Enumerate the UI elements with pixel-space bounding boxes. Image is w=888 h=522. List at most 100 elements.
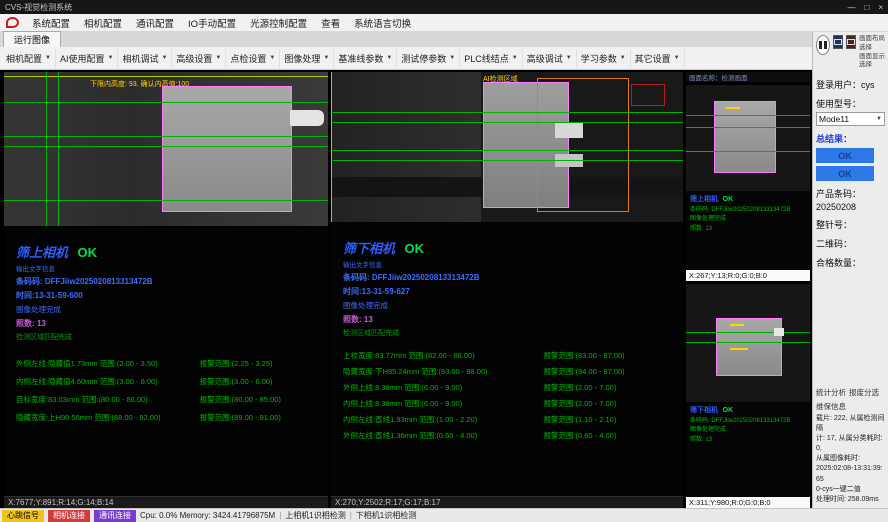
toolbar-button-baseline-params[interactable]: 基准线参数▼ <box>334 49 397 68</box>
overlay-line <box>686 342 810 343</box>
maximize-button[interactable]: □ <box>864 3 869 12</box>
overlay-marker <box>726 107 740 109</box>
toolbar-button-ai-config[interactable]: AI使用配置▼ <box>56 49 118 68</box>
measurement-alarm-range: 报警范围:(2.00 - 7.00) <box>543 382 677 393</box>
toolbar-button-image-process[interactable]: 图像处理▼ <box>280 49 334 68</box>
measurement-alarm-range: 报警范围:(0.60 - 4.00) <box>543 430 677 441</box>
pixel-coordinate-text: X:7677;Y:891;R:14;G:14;B:14 <box>8 498 113 507</box>
status-bar: 心跳信号 相机连接 通讯连接 Cpu: 0.0% Memory: 3424.41… <box>0 508 888 522</box>
title-bar: CVS-视觉检测系统 — □ × <box>0 0 888 14</box>
toolbar-button-test-params[interactable]: 测试停参数▼ <box>397 49 460 68</box>
measurement-value: 隐藏宽度:下H95.24mm 范围:(93.00 - 98.00) <box>343 366 543 377</box>
app-logo-icon <box>5 16 20 29</box>
product-barcode-value: 20250208 <box>816 202 885 212</box>
menu-item-view[interactable]: 查看 <box>314 15 347 31</box>
menu-item-comm-config[interactable]: 通讯配置 <box>129 15 181 31</box>
measurement-row: 内侧上线:8.38mm 范围:(6.00 - 9.00)报警范围:(2.00 -… <box>343 398 677 409</box>
thumbnail-view-top[interactable]: 筛上相机 OK 条码码: DFFJiiw2025020813313472B 图像… <box>686 85 810 281</box>
detected-part-region <box>714 101 776 173</box>
camera-title: 筛上相机 <box>16 242 68 261</box>
menu-item-system-config[interactable]: 系统配置 <box>25 15 77 31</box>
minimize-button[interactable]: — <box>847 3 855 12</box>
measurement-value: 外侧左线:直线1.36mm 范围:(0.60 - 4.00) <box>343 430 543 441</box>
thumbnail-text-line: 条码码: DFFJiiw2025020813313472B <box>690 417 806 427</box>
left-column: 运行图像 相机配置▼ AI使用配置▼ 相机调试▼ 高级设置▼ 点检设置▼ 图像处… <box>0 32 812 508</box>
pause-button[interactable] <box>816 35 830 55</box>
thumbnail-info: 筛上相机 OK 条码码: DFFJiiw2025020813313472B 图像… <box>686 191 810 237</box>
right-info-panel: 画面布局选择 画面显示选择 登录用户：cys 使用型号： Mode11 ▼ 总结… <box>812 32 888 508</box>
chevron-down-icon: ▼ <box>566 55 572 61</box>
tab-run-image[interactable]: 运行图像 <box>3 31 61 47</box>
overlay-line <box>331 112 683 113</box>
toolbar-button-learn-params[interactable]: 学习参数▼ <box>577 49 631 68</box>
qr-code-label: 二维码： <box>816 237 885 250</box>
upper-camera-status-text: 上相机1识相检测 <box>285 510 345 521</box>
camera-image-bottom[interactable]: AI检测区域 <box>331 72 683 222</box>
overlay-marker <box>730 324 744 326</box>
statistics-line: 载片: 222, 从属检测间隔 <box>816 414 885 434</box>
thumbnail-column: 画面名称：检测画面 筛上相机 O <box>686 72 810 508</box>
measurement-row: 外侧左线:隐藏值1.73mm 范围:(2.00 - 3.50)报警范围:(2.2… <box>16 358 322 369</box>
pause-icon <box>819 41 827 49</box>
measurement-alarm-range: 报警范围:(89.00 - 91.00) <box>200 412 322 423</box>
result-badge: OK <box>723 194 734 205</box>
toolbar-button-camera-debug[interactable]: 相机调试▼ <box>118 49 172 68</box>
panel-control-row: 画面布局选择 画面显示选择 <box>816 35 885 70</box>
result-badge: OK <box>77 245 97 260</box>
toolbar-button-spot-check[interactable]: 点检设置▼ <box>226 49 280 68</box>
thumbnail-image <box>686 284 810 402</box>
measurement-list: 上校宽度:83.77mm 范围:(82.00 - 88.00)报警范围:(83.… <box>343 350 677 441</box>
overlay-line <box>331 72 332 222</box>
overlay-line <box>4 146 328 147</box>
barcode-text: 条码码: DFFJiiw2025020813313472B <box>16 276 322 287</box>
measurement-alarm-range: 报警范围:(80.00 - 85.00) <box>200 394 322 405</box>
window-title: CVS-视觉检测系统 <box>5 2 72 13</box>
menu-item-camera-config[interactable]: 相机配置 <box>77 15 129 31</box>
tab-strip: 运行图像 <box>0 32 812 47</box>
screen-layout-icon <box>834 39 842 45</box>
overlay-line <box>46 72 47 226</box>
chevron-down-icon: ▼ <box>449 55 455 61</box>
total-result-box-top: OK <box>816 148 874 163</box>
measurement-value: 外侧左线:隐藏值1.73mm 范围:(2.00 - 3.50) <box>16 358 200 369</box>
chevron-down-icon: ▼ <box>620 55 626 61</box>
camera-image-top[interactable]: 下限内高度: 93. 确认内高值:100 <box>4 72 328 226</box>
thumbnail-text-line: 图像处理完成 <box>690 426 806 436</box>
overlay-line <box>686 127 810 128</box>
menu-item-light-control[interactable]: 光源控制配置 <box>243 15 314 31</box>
camera-panel-top: 下限内高度: 93. 确认内高值:100 筛上相机 OK <box>4 72 328 508</box>
tab-reject-sort[interactable]: 报废分选 <box>849 387 879 398</box>
thumbnail-view-bottom[interactable]: 筛下相机 OK 条码码: DFFJiiw2025020813313472B 图像… <box>686 284 810 508</box>
measurement-value: 内侧上线:8.38mm 范围:(6.00 - 9.00) <box>343 398 543 409</box>
toolbar-button-advanced-settings[interactable]: 高级设置▼ <box>172 49 226 68</box>
overlay-ai-label: AI检测区域 <box>483 74 518 84</box>
tab-maintenance-info[interactable]: 维保信息 <box>816 401 846 412</box>
toolbar-button-other-settings[interactable]: 其它设置▼ <box>631 49 685 68</box>
tab-statistics[interactable]: 统计分析 <box>816 387 846 398</box>
model-label: 使用型号： <box>816 97 885 110</box>
pixel-coordinate-text: X:311;Y:980;R:0;G:0;B:0 <box>689 498 771 507</box>
process-status-text: 图像处理完成 <box>343 300 677 311</box>
overlay-line <box>4 102 328 103</box>
measurement-value: 上校宽度:83.77mm 范围:(82.00 - 88.00) <box>343 350 543 361</box>
machinery-background <box>331 72 481 222</box>
total-result-box-bottom: OK <box>816 166 874 181</box>
model-select[interactable]: Mode11 ▼ <box>816 112 885 126</box>
layout-select-button[interactable] <box>833 35 843 49</box>
product-barcode-label: 产品条码： <box>816 187 885 200</box>
menu-item-language[interactable]: 系统语言切换 <box>347 15 418 31</box>
thumbnail-info: 筛下相机 OK 条码码: DFFJiiw2025020813313472B 图像… <box>686 402 810 448</box>
toolbar-button-plc-node[interactable]: PLC线结点▼ <box>460 49 522 68</box>
close-button[interactable]: × <box>878 3 883 12</box>
camera-title: 筛下相机 <box>690 405 718 416</box>
toolbar-button-label: 高级设置 <box>176 52 212 65</box>
shot-count-text: 照数: 13 <box>16 318 322 329</box>
overlay-line <box>686 115 810 116</box>
toolbar-button-label: 基准线参数 <box>338 52 383 65</box>
measurement-alarm-range: 报警范围:(83.00 - 87.00) <box>543 350 677 361</box>
menu-item-io-manual[interactable]: IO手动配置 <box>181 15 243 31</box>
toolbar-button-advanced-debug[interactable]: 高级调试▼ <box>523 49 577 68</box>
toolbar-button-label: 测试停参数 <box>401 52 446 65</box>
display-select-button[interactable] <box>846 35 856 49</box>
toolbar-button-camera-config[interactable]: 相机配置▼ <box>2 49 56 68</box>
